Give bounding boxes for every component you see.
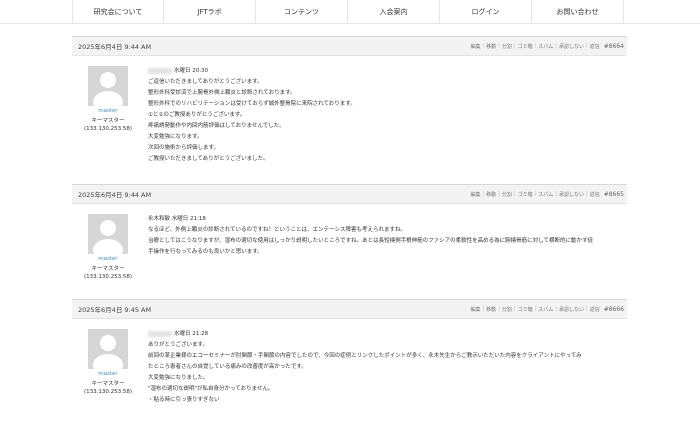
author-name-link[interactable]: master xyxy=(78,108,138,114)
blurred-name xyxy=(148,330,172,337)
post-author: master キーマスター (133.130.253.58) xyxy=(78,214,138,280)
post-message: 水曜日 20:30 ご返信いただきましてありがとうございます。整形外科受診済で上… xyxy=(148,66,627,165)
post-header: 2025年6月4日 9:44 AM 編集 | 移動 | 分割 | ゴミ箱 | スパム | 承認しない… xyxy=(72,184,627,204)
author-ip: (133.130.253.58) xyxy=(83,389,133,395)
nav-menu: 研究会について JFTラボ コンテンツ 入会案内 ログイン お問い合わせ xyxy=(0,0,700,23)
post-admin-links: 編集 | 移動 | 分割 | ゴミ箱 | スパム | 承認しない | 返信 #8666 xyxy=(468,306,624,313)
reply-link[interactable]: 返信 xyxy=(588,43,602,50)
move-link[interactable]: 移動 xyxy=(484,191,498,198)
trash-link[interactable]: ゴミ箱 xyxy=(516,191,535,198)
message-line: 大変勉強になります。 xyxy=(148,134,203,140)
message-line: ・貼る時に引っ張りすぎない xyxy=(148,397,220,403)
author-ip: (133.130.253.58) xyxy=(83,126,133,132)
reply-post: 2025年6月4日 9:45 AM 編集 | 移動 | 分割 | ゴミ箱 | スパム | 承認しない… xyxy=(72,299,627,414)
move-link[interactable]: 移動 xyxy=(484,306,498,313)
author-name-link[interactable]: master xyxy=(78,371,138,377)
nav-item-membership[interactable]: 入会案内 xyxy=(348,0,440,23)
message-header-line: 永木和敏 水曜日 21:18 xyxy=(148,214,627,225)
avatar-head-shape xyxy=(100,335,116,351)
message-line: ご教授いただきましてありがとうございました。 xyxy=(148,156,269,162)
avatar[interactable] xyxy=(88,329,128,369)
post-date: 2025年6月4日 9:45 AM xyxy=(78,306,152,314)
post-permalink[interactable]: #8664 xyxy=(604,43,624,50)
post-admin-links: 編集 | 移動 | 分割 | ゴミ箱 | スパム | 承認しない | 返信 #8664 xyxy=(468,43,624,50)
top-navigation: 研究会について JFTラボ コンテンツ 入会案内 ログイン お問い合わせ xyxy=(0,0,700,24)
post-author: master キーマスター (133.130.253.58) xyxy=(78,329,138,406)
post-message: 水曜日 21:28 ありがとうございます。前回の某企業様のエコーセミナーが肘関節… xyxy=(148,329,627,406)
avatar-head-shape xyxy=(100,220,116,236)
spam-link[interactable]: スパム xyxy=(536,43,555,50)
message-line: 前回の某企業様のエコーセミナーが肘関節・手関節の内容でしたので、今回の症例とリン… xyxy=(148,353,582,359)
move-link[interactable]: 移動 xyxy=(484,43,498,50)
edit-link[interactable]: 編集 xyxy=(468,43,482,50)
nav-item-about[interactable]: 研究会について xyxy=(72,0,164,23)
message-line: 疼痛誘発動作や内回内筋評価はしておりませんでした。 xyxy=(148,123,285,129)
message-line: ①と②のご教授ありがとうございます。 xyxy=(148,112,246,118)
blurred-name xyxy=(148,67,172,74)
post-body: master キーマスター (133.130.253.58) 水曜日 20:30… xyxy=(72,56,627,173)
trash-link[interactable]: ゴミ箱 xyxy=(516,306,535,313)
author-role: キーマスター xyxy=(91,266,125,272)
unapprove-link[interactable]: 承認しない xyxy=(557,191,586,198)
avatar-shoulders-shape xyxy=(93,354,123,369)
post-message: 永木和敏 水曜日 21:18 なるほど、外側上顆炎の診断されているのですね！とい… xyxy=(148,214,627,280)
post-date: 2025年6月4日 9:44 AM xyxy=(78,191,152,199)
split-link[interactable]: 分割 xyxy=(500,191,514,198)
post-header: 2025年6月4日 9:44 AM 編集 | 移動 | 分割 | ゴミ箱 | スパム | 承認しない… xyxy=(72,36,627,56)
avatar[interactable] xyxy=(88,66,128,106)
post-date: 2025年6月4日 9:44 AM xyxy=(78,43,152,51)
message-line: たところ患者さんの自覚している痛みの改善度が高かったです。 xyxy=(148,364,307,370)
post-author: master キーマスター (133.130.253.58) xyxy=(78,66,138,165)
nav-item-contact[interactable]: お問い合わせ xyxy=(532,0,624,23)
post-header: 2025年6月4日 9:45 AM 編集 | 移動 | 分割 | ゴミ箱 | スパム | 承認しない… xyxy=(72,299,627,319)
reply-list: 2025年6月4日 9:44 AM 編集 | 移動 | 分割 | ゴミ箱 | スパム | 承認しない… xyxy=(72,36,627,425)
message-line: 大変勉強になりました。 xyxy=(148,375,209,381)
message-header-line: 水曜日 21:28 xyxy=(148,329,627,340)
author-role: キーマスター xyxy=(91,118,125,124)
post-permalink[interactable]: #8665 xyxy=(604,191,624,198)
split-link[interactable]: 分割 xyxy=(500,306,514,313)
spam-link[interactable]: スパム xyxy=(536,306,555,313)
message-header-text: 水曜日 20:30 xyxy=(174,68,209,74)
author-role: キーマスター xyxy=(91,381,125,387)
reply-link[interactable]: 返信 xyxy=(588,191,602,198)
avatar[interactable] xyxy=(88,214,128,254)
avatar-shoulders-shape xyxy=(93,239,123,254)
reply-link[interactable]: 返信 xyxy=(588,306,602,313)
message-header-line: 水曜日 20:30 xyxy=(148,66,627,77)
message-line: "湿布の適切な説明"が私自身分かっておりません。 xyxy=(148,386,274,392)
spam-link[interactable]: スパム xyxy=(536,191,555,198)
nav-item-login[interactable]: ログイン xyxy=(440,0,532,23)
nav-item-jft-lab[interactable]: JFTラボ xyxy=(164,0,256,23)
edit-link[interactable]: 編集 xyxy=(468,306,482,313)
post-admin-links: 編集 | 移動 | 分割 | ゴミ箱 | スパム | 承認しない | 返信 #8665 xyxy=(468,191,624,198)
message-line: 整形外科でのリハビリテーションは受けておらず城外整骨院に来院されております。 xyxy=(148,101,356,107)
message-line: 整形外科受診済で上腕骨外側上顆炎と診断されております。 xyxy=(148,90,296,96)
reply-post: 2025年6月4日 9:44 AM 編集 | 移動 | 分割 | ゴミ箱 | スパム | 承認しない… xyxy=(72,184,627,288)
unapprove-link[interactable]: 承認しない xyxy=(557,43,586,50)
message-line: ありがとうございます。 xyxy=(148,342,208,348)
unapprove-link[interactable]: 承認しない xyxy=(557,306,586,313)
split-link[interactable]: 分割 xyxy=(500,43,514,50)
author-ip: (133.130.253.58) xyxy=(83,274,133,280)
trash-link[interactable]: ゴミ箱 xyxy=(516,43,535,50)
reply-post: 2025年6月4日 9:44 AM 編集 | 移動 | 分割 | ゴミ箱 | スパム | 承認しない… xyxy=(72,36,627,173)
post-body: master キーマスター (133.130.253.58) 永木和敏 水曜日 … xyxy=(72,204,627,288)
nav-item-contents[interactable]: コンテンツ xyxy=(256,0,348,23)
avatar-shoulders-shape xyxy=(93,91,123,106)
message-line: 手操作を行なってみるのも良いかと思います。 xyxy=(148,249,263,255)
message-line: なるほど、外側上顆炎の診断されているのですね！ということは、エンテーシス障害も考… xyxy=(148,227,406,233)
post-permalink[interactable]: #8666 xyxy=(604,306,624,313)
author-name-link[interactable]: master xyxy=(78,256,138,262)
message-header-text: 永木和敏 水曜日 21:18 xyxy=(148,216,206,222)
message-line: 次回の施術から評価します。 xyxy=(148,145,219,151)
message-line: ご返信いただきましてありがとうございます。 xyxy=(148,79,263,85)
edit-link[interactable]: 編集 xyxy=(468,191,482,198)
message-header-text: 水曜日 21:28 xyxy=(174,331,209,337)
avatar-head-shape xyxy=(100,72,116,88)
message-line: 治療としてはこうなりますが、湿布の適切な使用はしっかり説明したいところですね。あ… xyxy=(148,238,593,244)
